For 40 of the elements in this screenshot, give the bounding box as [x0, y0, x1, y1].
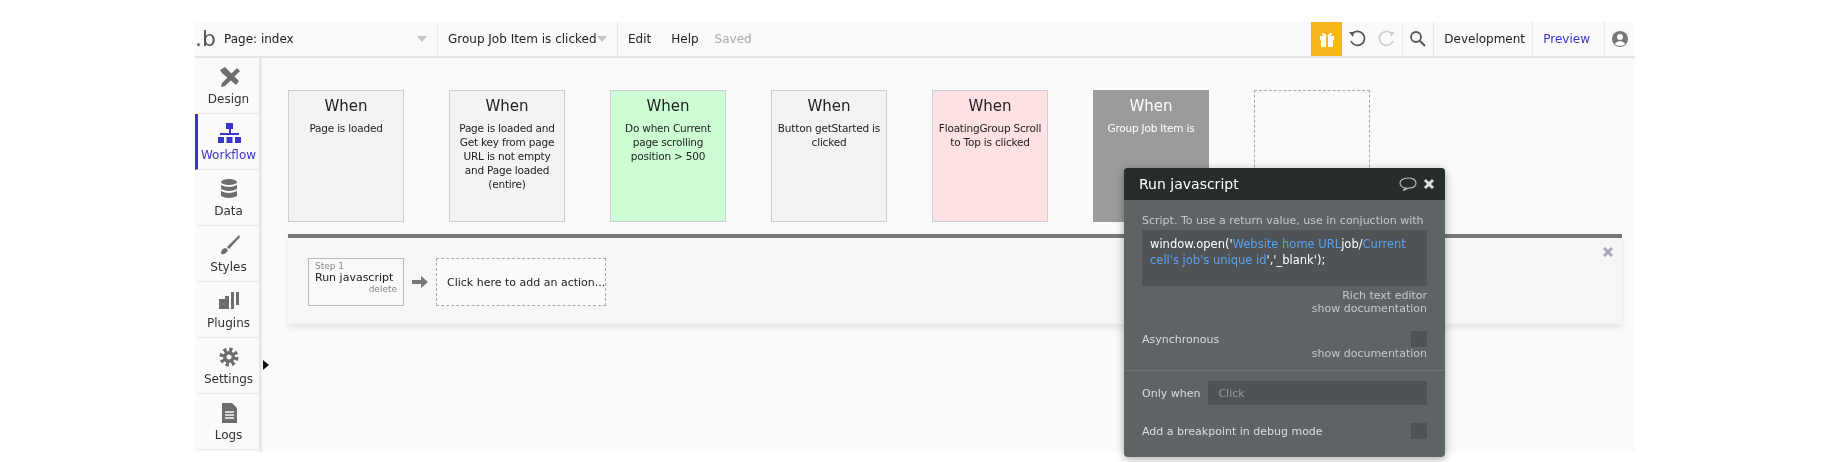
documentation-link[interactable]: show documentation: [1311, 302, 1427, 315]
save-status: Saved: [713, 32, 753, 46]
sidebar-tab[interactable]: Plugins: [195, 282, 259, 338]
close-icon[interactable]: [1423, 178, 1435, 190]
condition-field[interactable]: Click: [1208, 381, 1427, 405]
script-field[interactable]: window.open('Website home URLjob/Current cell's job's unique id','_blank');: [1142, 230, 1427, 286]
app-logo[interactable]: .b: [195, 22, 220, 56]
asynchronous-label: Asynchronous: [1142, 332, 1220, 346]
caret-icon: [596, 36, 607, 42]
caret-icon: [416, 36, 427, 42]
page-dropdown[interactable]: Page: index: [219, 22, 438, 56]
sidebar-tab[interactable]: Styles: [195, 226, 259, 282]
event-card[interactable]: When Page is loaded: [288, 90, 404, 222]
breakpoint-label: Add a breakpoint in debug mode: [1142, 424, 1323, 438]
version-dropdown[interactable]: Development: [1433, 22, 1534, 56]
menu-item[interactable]: Edit: [617, 32, 662, 46]
workflow-dropdown[interactable]: Group Job Item is clicked: [437, 22, 618, 56]
sidebar-tab[interactable]: Data: [195, 170, 259, 226]
add-action-button[interactable]: Click here to add an action...: [436, 258, 606, 306]
menu-item[interactable]: Help: [661, 32, 709, 46]
arrow-icon: [412, 275, 428, 289]
step-number: Step 1: [315, 261, 346, 271]
documentation-link[interactable]: show documentation: [1311, 347, 1427, 360]
comment-icon[interactable]: [1399, 177, 1417, 191]
step-name: Run javascript: [315, 271, 395, 284]
sidebar-tab[interactable]: Settings: [195, 338, 259, 394]
delete-link[interactable]: delete: [368, 284, 397, 294]
sidebar-tab[interactable]: Logs: [195, 394, 259, 450]
rich-text-editor-link[interactable]: Rich text editor: [1342, 289, 1427, 302]
event-card[interactable]: When Do when Current page scrolling position > 500: [610, 90, 726, 222]
event-card[interactable]: When FloatingGroup Scroll to Top is clicked: [932, 90, 1048, 222]
sidebar-tab[interactable]: Workflow: [195, 114, 259, 170]
only-when-label: Only when: [1142, 386, 1201, 400]
action-step[interactable]: Step 1 Run javascript delete: [308, 258, 404, 306]
preview-link[interactable]: Preview: [1533, 32, 1604, 46]
sidebar-tab[interactable]: Design: [195, 58, 259, 114]
event-card[interactable]: When Page is loaded and Get key from page URL is not empty and Page loaded (entire): [449, 90, 565, 222]
expand-icon[interactable]: [263, 360, 269, 370]
workflow-icon: [216, 121, 241, 145]
event-card[interactable]: When Button getStarted is clicked: [771, 90, 887, 222]
